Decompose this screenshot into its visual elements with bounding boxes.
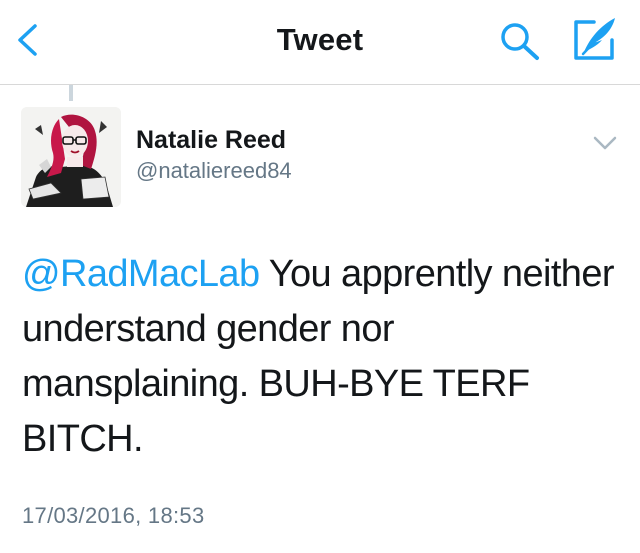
thread-connector-line — [69, 85, 73, 101]
mention-link[interactable]: @RadMacLab — [22, 253, 260, 295]
author-display-name[interactable]: Natalie Reed — [136, 126, 286, 155]
avatar[interactable] — [21, 107, 121, 207]
chevron-down-icon[interactable] — [592, 134, 618, 152]
tweet-timestamp: 17/03/2016, 18:53 — [22, 503, 205, 528]
compose-icon[interactable] — [572, 16, 618, 62]
search-icon[interactable] — [498, 20, 542, 62]
page-title: Tweet — [276, 22, 364, 57]
avatar-illustration — [21, 107, 121, 207]
navigation-bar: Tweet — [0, 0, 640, 85]
tweet-text: @RadMacLab You apprently neither underst… — [22, 247, 622, 467]
author-handle[interactable]: @nataliereed84 — [136, 158, 292, 184]
